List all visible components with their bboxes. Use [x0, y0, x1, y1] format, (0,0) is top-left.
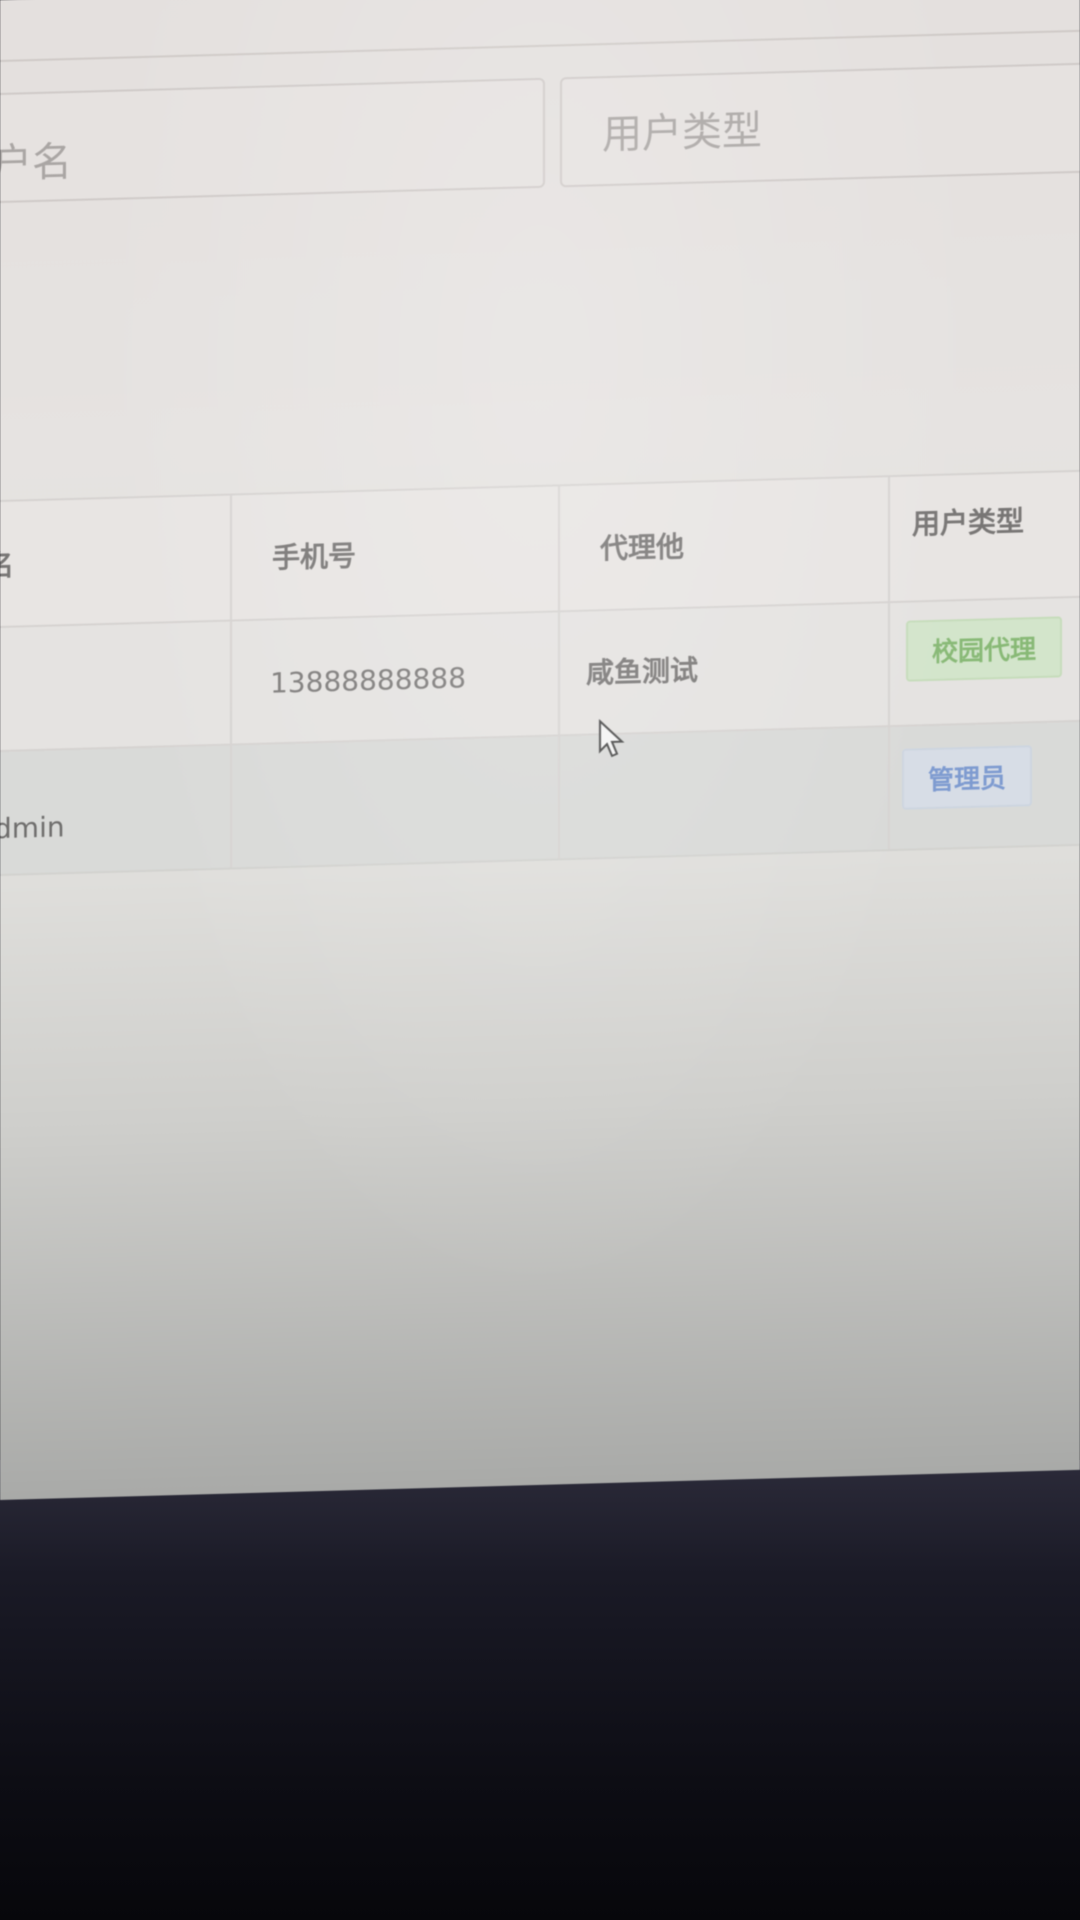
column-header-user-type[interactable]: 用户类型 — [890, 471, 1080, 601]
column-header-phone[interactable]: 手机号 — [232, 486, 560, 620]
cell-agent: 咸鱼测试 — [560, 603, 890, 735]
cell-text: dmin — [0, 810, 65, 846]
column-header-label: 名 — [0, 548, 15, 583]
usertype-filter-input[interactable]: 用户类型 — [560, 61, 1080, 188]
cell-user-type: 管理员 — [890, 721, 1080, 849]
screen: 户名 用户类型 名 手机号 代理他 用户类型 13888888888 咸鱼测试 … — [0, 0, 1080, 1500]
username-filter-placeholder: 户名 — [0, 138, 72, 188]
cell-text: 13888888888 — [270, 660, 466, 700]
cell-user-type: 校园代理 — [890, 597, 1080, 725]
column-header-label: 代理他 — [600, 529, 685, 566]
monitor-bezel — [0, 1460, 1080, 1920]
column-header-username[interactable]: 名 — [0, 495, 232, 626]
column-header-label: 用户类型 — [912, 504, 1025, 541]
users-table: 名 手机号 代理他 用户类型 13888888888 咸鱼测试 校园代理 dmi… — [0, 469, 1080, 876]
cell-username: dmin — [0, 745, 232, 874]
column-header-label: 手机号 — [272, 539, 357, 575]
cell-username — [0, 621, 232, 750]
cell-text: 咸鱼测试 — [586, 653, 699, 690]
cell-phone — [232, 736, 560, 868]
cell-phone: 13888888888 — [232, 612, 560, 744]
user-type-tag: 校园代理 — [906, 616, 1063, 682]
divider — [0, 29, 1080, 62]
mouse-pointer-icon — [599, 718, 625, 758]
user-type-tag: 管理员 — [902, 745, 1033, 810]
column-header-agent[interactable]: 代理他 — [560, 477, 890, 611]
username-filter-input[interactable]: 户名 — [0, 77, 545, 205]
usertype-filter-placeholder: 用户类型 — [602, 107, 762, 159]
